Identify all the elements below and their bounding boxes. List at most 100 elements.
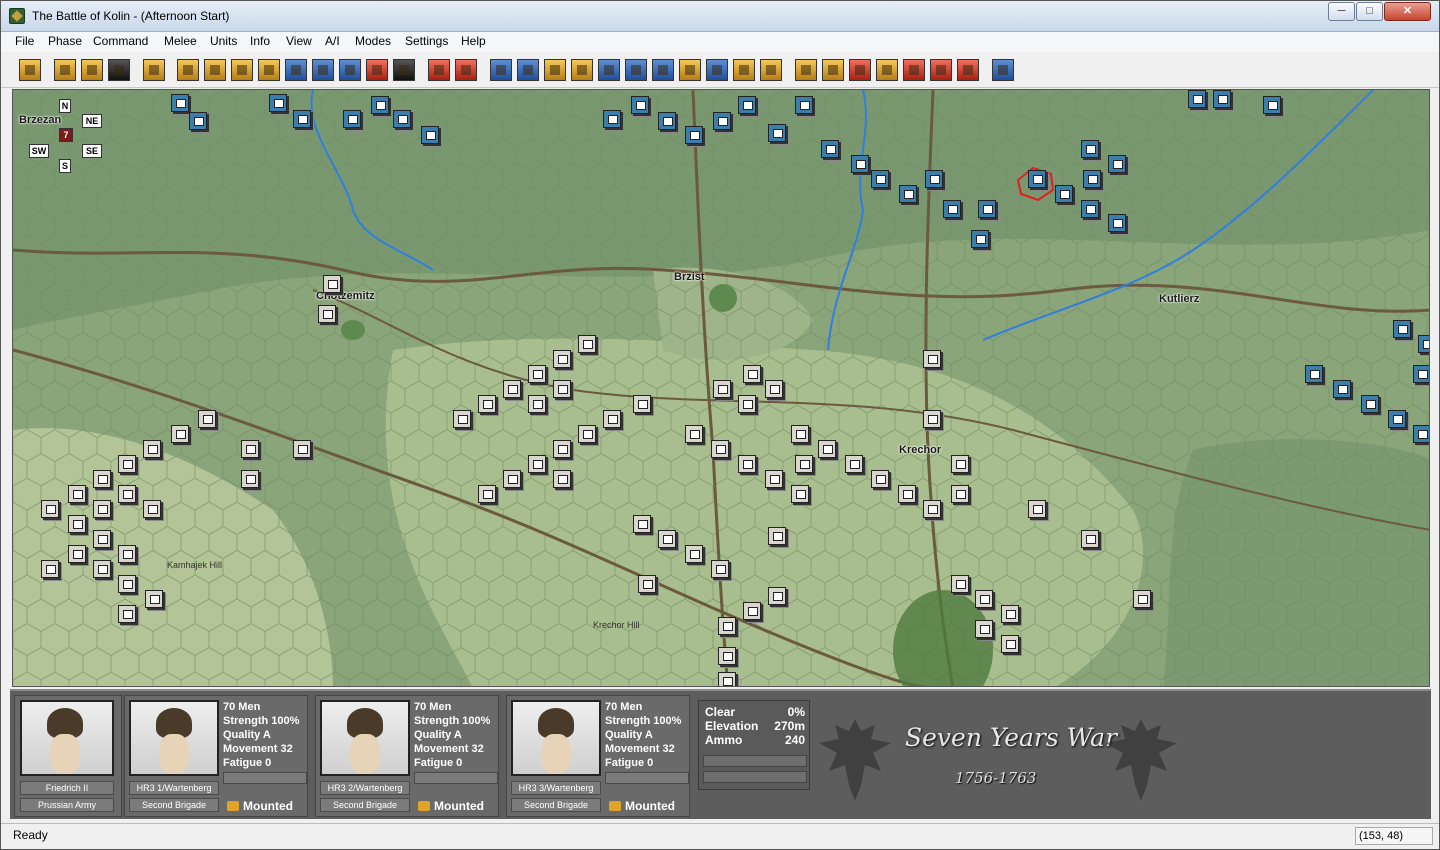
austrian-unit[interactable] [528,395,546,413]
toolbar-counter1-button[interactable] [177,59,199,81]
austrian-unit[interactable] [323,275,341,293]
menu-ai[interactable]: A/I [325,34,340,48]
austrian-unit[interactable] [791,485,809,503]
unit-card-3[interactable]: HR3 3/Wartenberg Second Brigade 70 Men S… [506,695,690,817]
austrian-unit[interactable] [478,395,496,413]
austrian-unit[interactable] [318,305,336,323]
austrian-unit[interactable] [578,425,596,443]
austrian-unit[interactable] [1001,605,1019,623]
prussian-unit[interactable] [925,170,943,188]
austrian-unit[interactable] [718,617,736,635]
austrian-unit[interactable] [241,470,259,488]
prussian-unit[interactable] [971,230,989,248]
austrian-unit[interactable] [118,485,136,503]
menu-view[interactable]: View [286,34,312,48]
austrian-unit[interactable] [711,440,729,458]
toolbar-portrait-button[interactable] [258,59,280,81]
prussian-unit[interactable] [713,112,731,130]
austrian-unit[interactable] [68,485,86,503]
prussian-unit[interactable] [1413,365,1429,383]
leader-card[interactable]: Friedrich II Prussian Army [14,695,122,817]
austrian-unit[interactable] [743,365,761,383]
prussian-unit[interactable] [1418,335,1429,353]
toolbar-counter2-button[interactable] [204,59,226,81]
austrian-unit[interactable] [528,455,546,473]
menu-settings[interactable]: Settings [405,34,448,48]
toolbar-save-button[interactable] [108,59,130,81]
toolbar-jump-button[interactable] [19,59,41,81]
prussian-unit[interactable] [171,94,189,112]
toolbar-objective-button[interactable] [598,59,620,81]
prussian-unit[interactable] [189,112,207,130]
austrian-unit[interactable] [768,587,786,605]
toolbar-leader-button[interactable] [143,59,165,81]
austrian-unit[interactable] [603,410,621,428]
prussian-unit[interactable] [1188,90,1206,108]
austrian-unit[interactable] [503,380,521,398]
toolbar-zoom-out-button[interactable] [517,59,539,81]
austrian-unit[interactable] [638,575,656,593]
prussian-unit[interactable] [371,96,389,114]
prussian-unit[interactable] [603,110,621,128]
austrian-unit[interactable] [68,545,86,563]
prussian-unit[interactable] [899,185,917,203]
austrian-unit[interactable] [118,575,136,593]
prussian-unit[interactable] [978,200,996,218]
austrian-unit[interactable] [765,470,783,488]
austrian-unit[interactable] [453,410,471,428]
austrian-unit[interactable] [145,590,163,608]
austrian-unit[interactable] [528,365,546,383]
game-map[interactable]: Brzezan Chotzemitz Brzist Kutlierz Krech… [12,89,1430,687]
austrian-unit[interactable] [951,485,969,503]
compass-north[interactable]: N [59,99,71,113]
toolbar-melee-button[interactable] [455,59,477,81]
compass-southeast[interactable]: SE [82,144,102,158]
austrian-unit[interactable] [143,440,161,458]
toolbar-cannon-button[interactable] [679,59,701,81]
prussian-unit[interactable] [871,170,889,188]
austrian-unit[interactable] [795,455,813,473]
austrian-unit[interactable] [768,527,786,545]
unit-card-1[interactable]: HR3 1/Wartenberg Second Brigade 70 Men S… [124,695,308,817]
prussian-unit[interactable] [1028,170,1046,188]
prussian-unit[interactable] [1081,200,1099,218]
toolbar-road-button[interactable] [652,59,674,81]
prussian-unit[interactable] [821,140,839,158]
compass-south[interactable]: S [59,159,71,173]
toolbar-options7-button[interactable] [957,59,979,81]
austrian-unit[interactable] [553,380,571,398]
austrian-unit[interactable] [171,425,189,443]
prussian-unit[interactable] [1213,90,1231,108]
prussian-unit[interactable] [943,200,961,218]
austrian-unit[interactable] [118,455,136,473]
prussian-unit[interactable] [421,126,439,144]
toolbar-label-button[interactable] [571,59,593,81]
austrian-unit[interactable] [578,335,596,353]
austrian-unit[interactable] [765,380,783,398]
maximize-button[interactable]: □ [1356,2,1383,21]
austrian-unit[interactable] [738,455,756,473]
toolbar-fire-button[interactable] [428,59,450,81]
prussian-unit[interactable] [631,96,649,114]
austrian-unit[interactable] [718,672,736,686]
prussian-unit[interactable] [768,124,786,142]
toolbar-number-button[interactable] [285,59,307,81]
prussian-unit[interactable] [269,94,287,112]
toolbar-elevation-button[interactable] [339,59,361,81]
austrian-unit[interactable] [685,545,703,563]
toolbar-info-button[interactable] [544,59,566,81]
austrian-unit[interactable] [845,455,863,473]
prussian-unit[interactable] [1361,395,1379,413]
austrian-unit[interactable] [975,590,993,608]
austrian-unit[interactable] [41,560,59,578]
toolbar-zoom-in-button[interactable] [490,59,512,81]
toolbar-options6-button[interactable] [930,59,952,81]
austrian-unit[interactable] [198,410,216,428]
austrian-unit[interactable] [975,620,993,638]
austrian-unit[interactable] [711,560,729,578]
toolbar-new-button[interactable] [54,59,76,81]
toolbar-options4-button[interactable] [876,59,898,81]
austrian-unit[interactable] [478,485,496,503]
menu-command[interactable]: Command [93,34,148,48]
austrian-unit[interactable] [713,380,731,398]
